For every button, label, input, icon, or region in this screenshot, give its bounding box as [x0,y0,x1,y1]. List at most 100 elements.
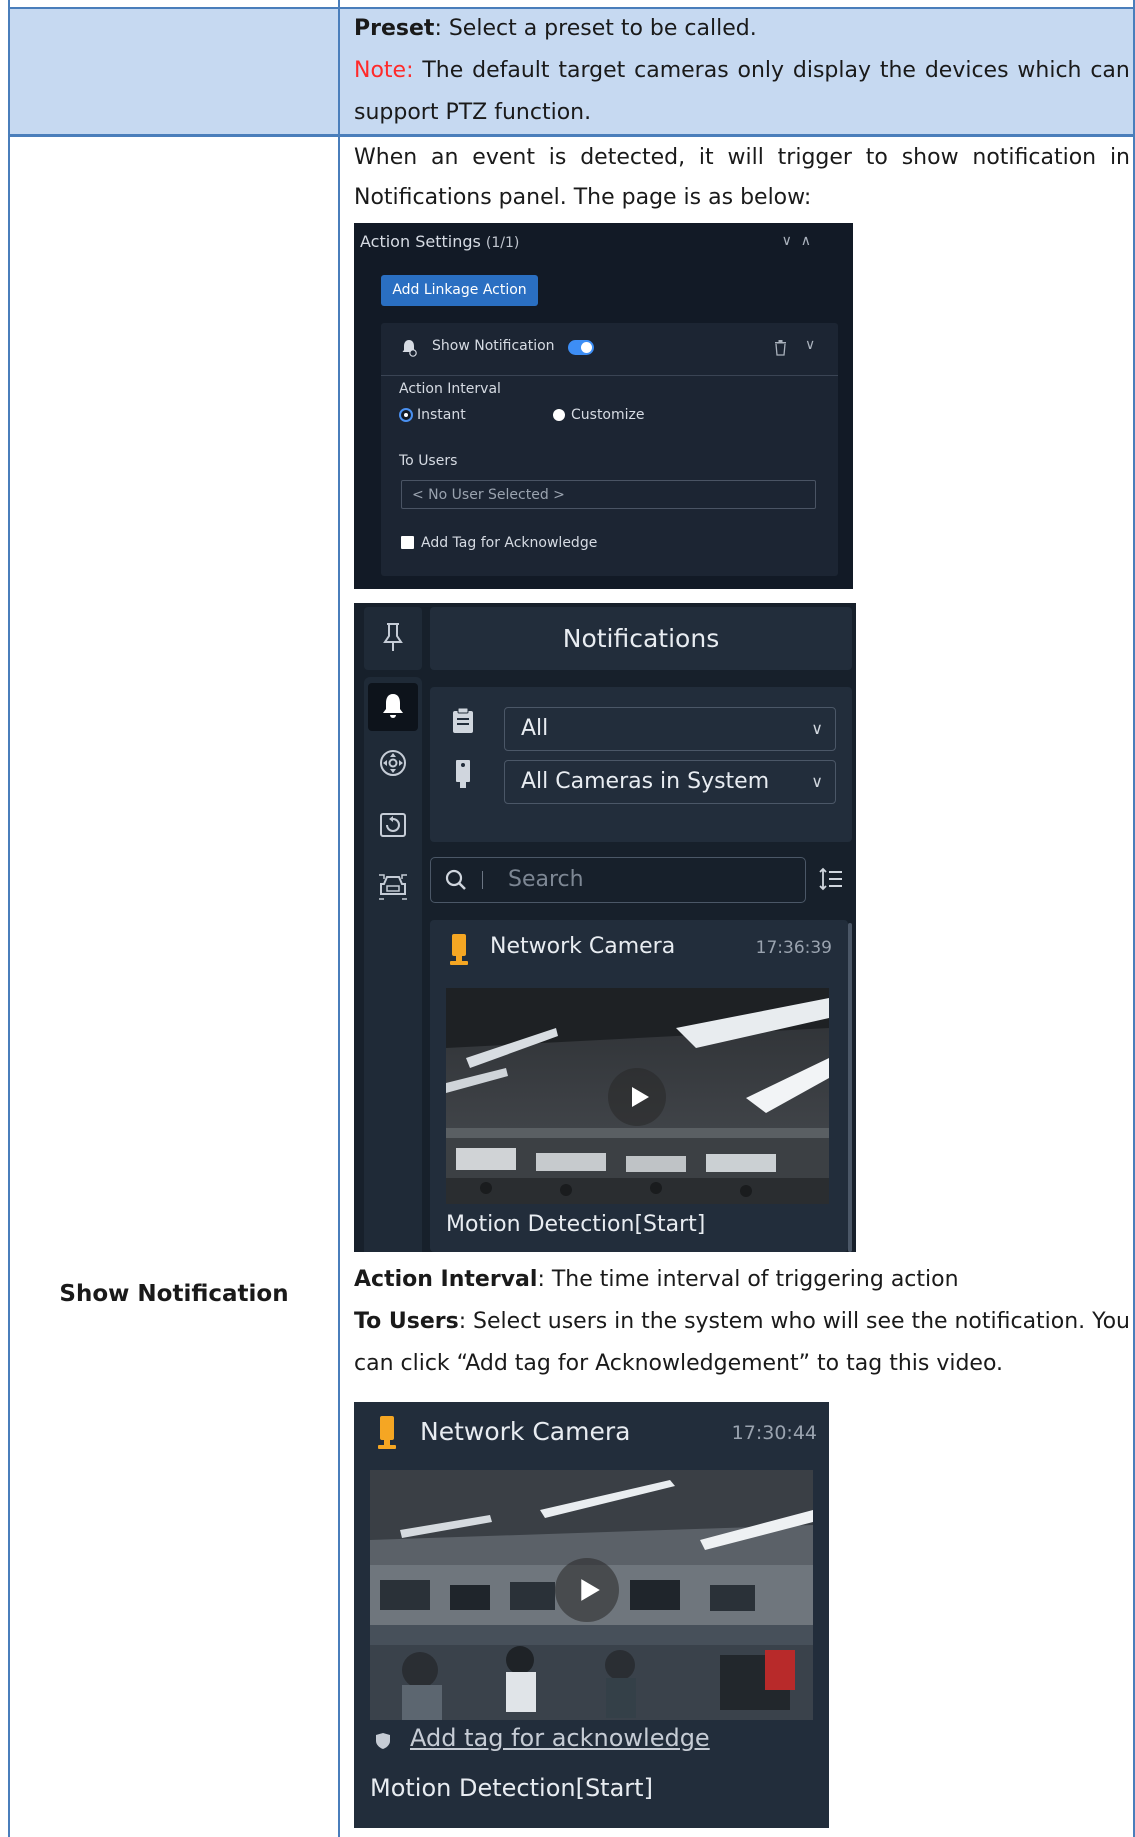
play-button[interactable] [608,1068,666,1126]
add-tag-link[interactable]: Add tag for acknowledge [410,1724,710,1752]
playback-icon[interactable] [379,811,407,839]
ptz-icon[interactable] [379,749,407,777]
event-type-select[interactable]: All ∨ [504,707,836,751]
intro-word: will [727,145,764,170]
to-users-word: : [458,1309,467,1334]
event-type-value: All [521,716,549,741]
to-users-label: To Users [399,453,458,469]
collapse-controls: ∨ ∧ [782,233,811,249]
video-thumbnail[interactable] [370,1470,813,1720]
intro-word: event [472,145,535,170]
sort-icon[interactable] [819,867,843,891]
bell-check-icon [402,340,417,357]
pin-button[interactable] [364,607,422,670]
notifications-header: Notifications [430,607,852,670]
sidebar-item-notifications[interactable] [368,683,418,731]
chevron-down-icon[interactable]: ∨ [805,337,815,353]
note-line-2: support PTZ function. [354,100,592,125]
search-icon [445,869,466,890]
to-users-line: To Users: Select users in the system who… [354,1301,1130,1343]
note-line: Note: The default target cameras only di… [354,50,1130,92]
note-label: Note: [354,58,414,83]
chevron-down-icon[interactable]: ∨ [782,233,792,249]
camera-select-value: All Cameras in System [521,769,770,794]
card-title: Show Notification [432,338,555,354]
event-type-icon [453,708,473,733]
trash-icon[interactable] [774,340,787,356]
intro-word: in [1109,145,1130,170]
intro-word: trigger [777,145,852,170]
table-border-middle [338,0,340,1837]
add-linkage-action-button[interactable]: Add Linkage Action [381,275,538,306]
card-camera-name: Network Camera [420,1417,631,1446]
camera-filter-icon [456,760,470,788]
chevron-down-icon: ∨ [811,772,823,791]
action-settings-title: Action Settings (1/1) [360,232,519,251]
show-notification-card: Show Notification ∨ Action Interval Inst… [381,323,838,576]
intro-word: it [698,145,714,170]
radio-customize-label: Customize [571,407,645,423]
row-label-show-notification: Show Notification [59,1281,289,1307]
notification-event: Motion Detection[Start] [446,1212,706,1237]
play-icon [632,1087,649,1107]
to-users-word: see [866,1309,905,1334]
camera-select[interactable]: All Cameras in System ∨ [504,760,836,804]
radio-instant[interactable] [399,408,413,422]
to-users-line-2: can click “Add tag for Acknowledgement” … [354,1351,1004,1376]
note-word: which [1017,58,1082,83]
intro-word: detected, [580,145,686,170]
notifications-panel-screenshot: Notifications All ∨ All Cameras in Syste… [354,603,856,1252]
intro-word: When [354,145,418,170]
search-divider [482,871,483,889]
note-word: only [737,58,785,83]
to-users-word: who [770,1309,816,1334]
preset-line: Preset: Select a preset to be called. [354,8,757,50]
action-interval-desc: : The time interval of triggering action [537,1267,959,1292]
shield-icon [376,1733,390,1749]
action-settings-screenshot: Action Settings (1/1) ∨ ∧ Add Linkage Ac… [354,223,853,589]
play-icon [581,1579,600,1601]
camera-icon [450,934,468,965]
pin-icon [383,623,403,651]
chevron-down-icon: ∨ [811,719,823,738]
notification-toggle[interactable] [568,340,594,355]
note-word: devices [924,58,1009,83]
video-thumbnail[interactable] [446,988,829,1204]
action-settings-count: (1/1) [485,235,520,251]
action-interval-label: Action Interval [399,381,501,397]
card-event: Motion Detection[Start] [370,1774,653,1802]
note-word: default [472,58,550,83]
preset-term: Preset [354,16,435,41]
note-word: target [558,58,626,83]
card-time: 17:30:44 [731,1422,817,1444]
note-word: the [879,58,916,83]
notification-item[interactable]: Network Camera 17:36:39 Motion Detection… [430,920,848,1252]
intro-line-2: Notifications panel. The page is as belo… [354,185,812,210]
intro-line: When an event is detected, it will trigg… [354,137,1130,179]
table-border-left [8,0,10,1837]
notification-time: 17:36:39 [755,938,832,958]
to-users-word: users [547,1309,608,1334]
intro-word: an [431,145,459,170]
radio-instant-label: Instant [417,407,466,423]
scrollbar[interactable] [848,923,852,1252]
to-users-word: the [911,1309,948,1334]
camera-icon [378,1416,396,1449]
note-word: can [1090,58,1130,83]
play-button[interactable] [555,1558,619,1622]
acknowledge-checkbox-label: Add Tag for Acknowledge [421,535,598,551]
to-users-word: the [641,1309,678,1334]
acknowledge-checkbox[interactable] [401,536,414,549]
search-input[interactable]: Search [430,857,806,903]
intro-word: notification [972,145,1097,170]
users-select[interactable]: < No User Selected > [401,480,816,509]
filter-box: All ∨ All Cameras in System ∨ [430,687,852,842]
intro-word: is [548,145,567,170]
action-interval-line: Action Interval: The time interval of tr… [354,1259,959,1301]
chevron-up-icon[interactable]: ∧ [801,233,811,249]
radio-customize[interactable] [553,409,565,421]
note-word: cameras [634,58,729,83]
to-users-term: To Users [354,1309,459,1334]
vehicle-icon[interactable] [378,874,408,900]
bell-icon [383,694,403,718]
